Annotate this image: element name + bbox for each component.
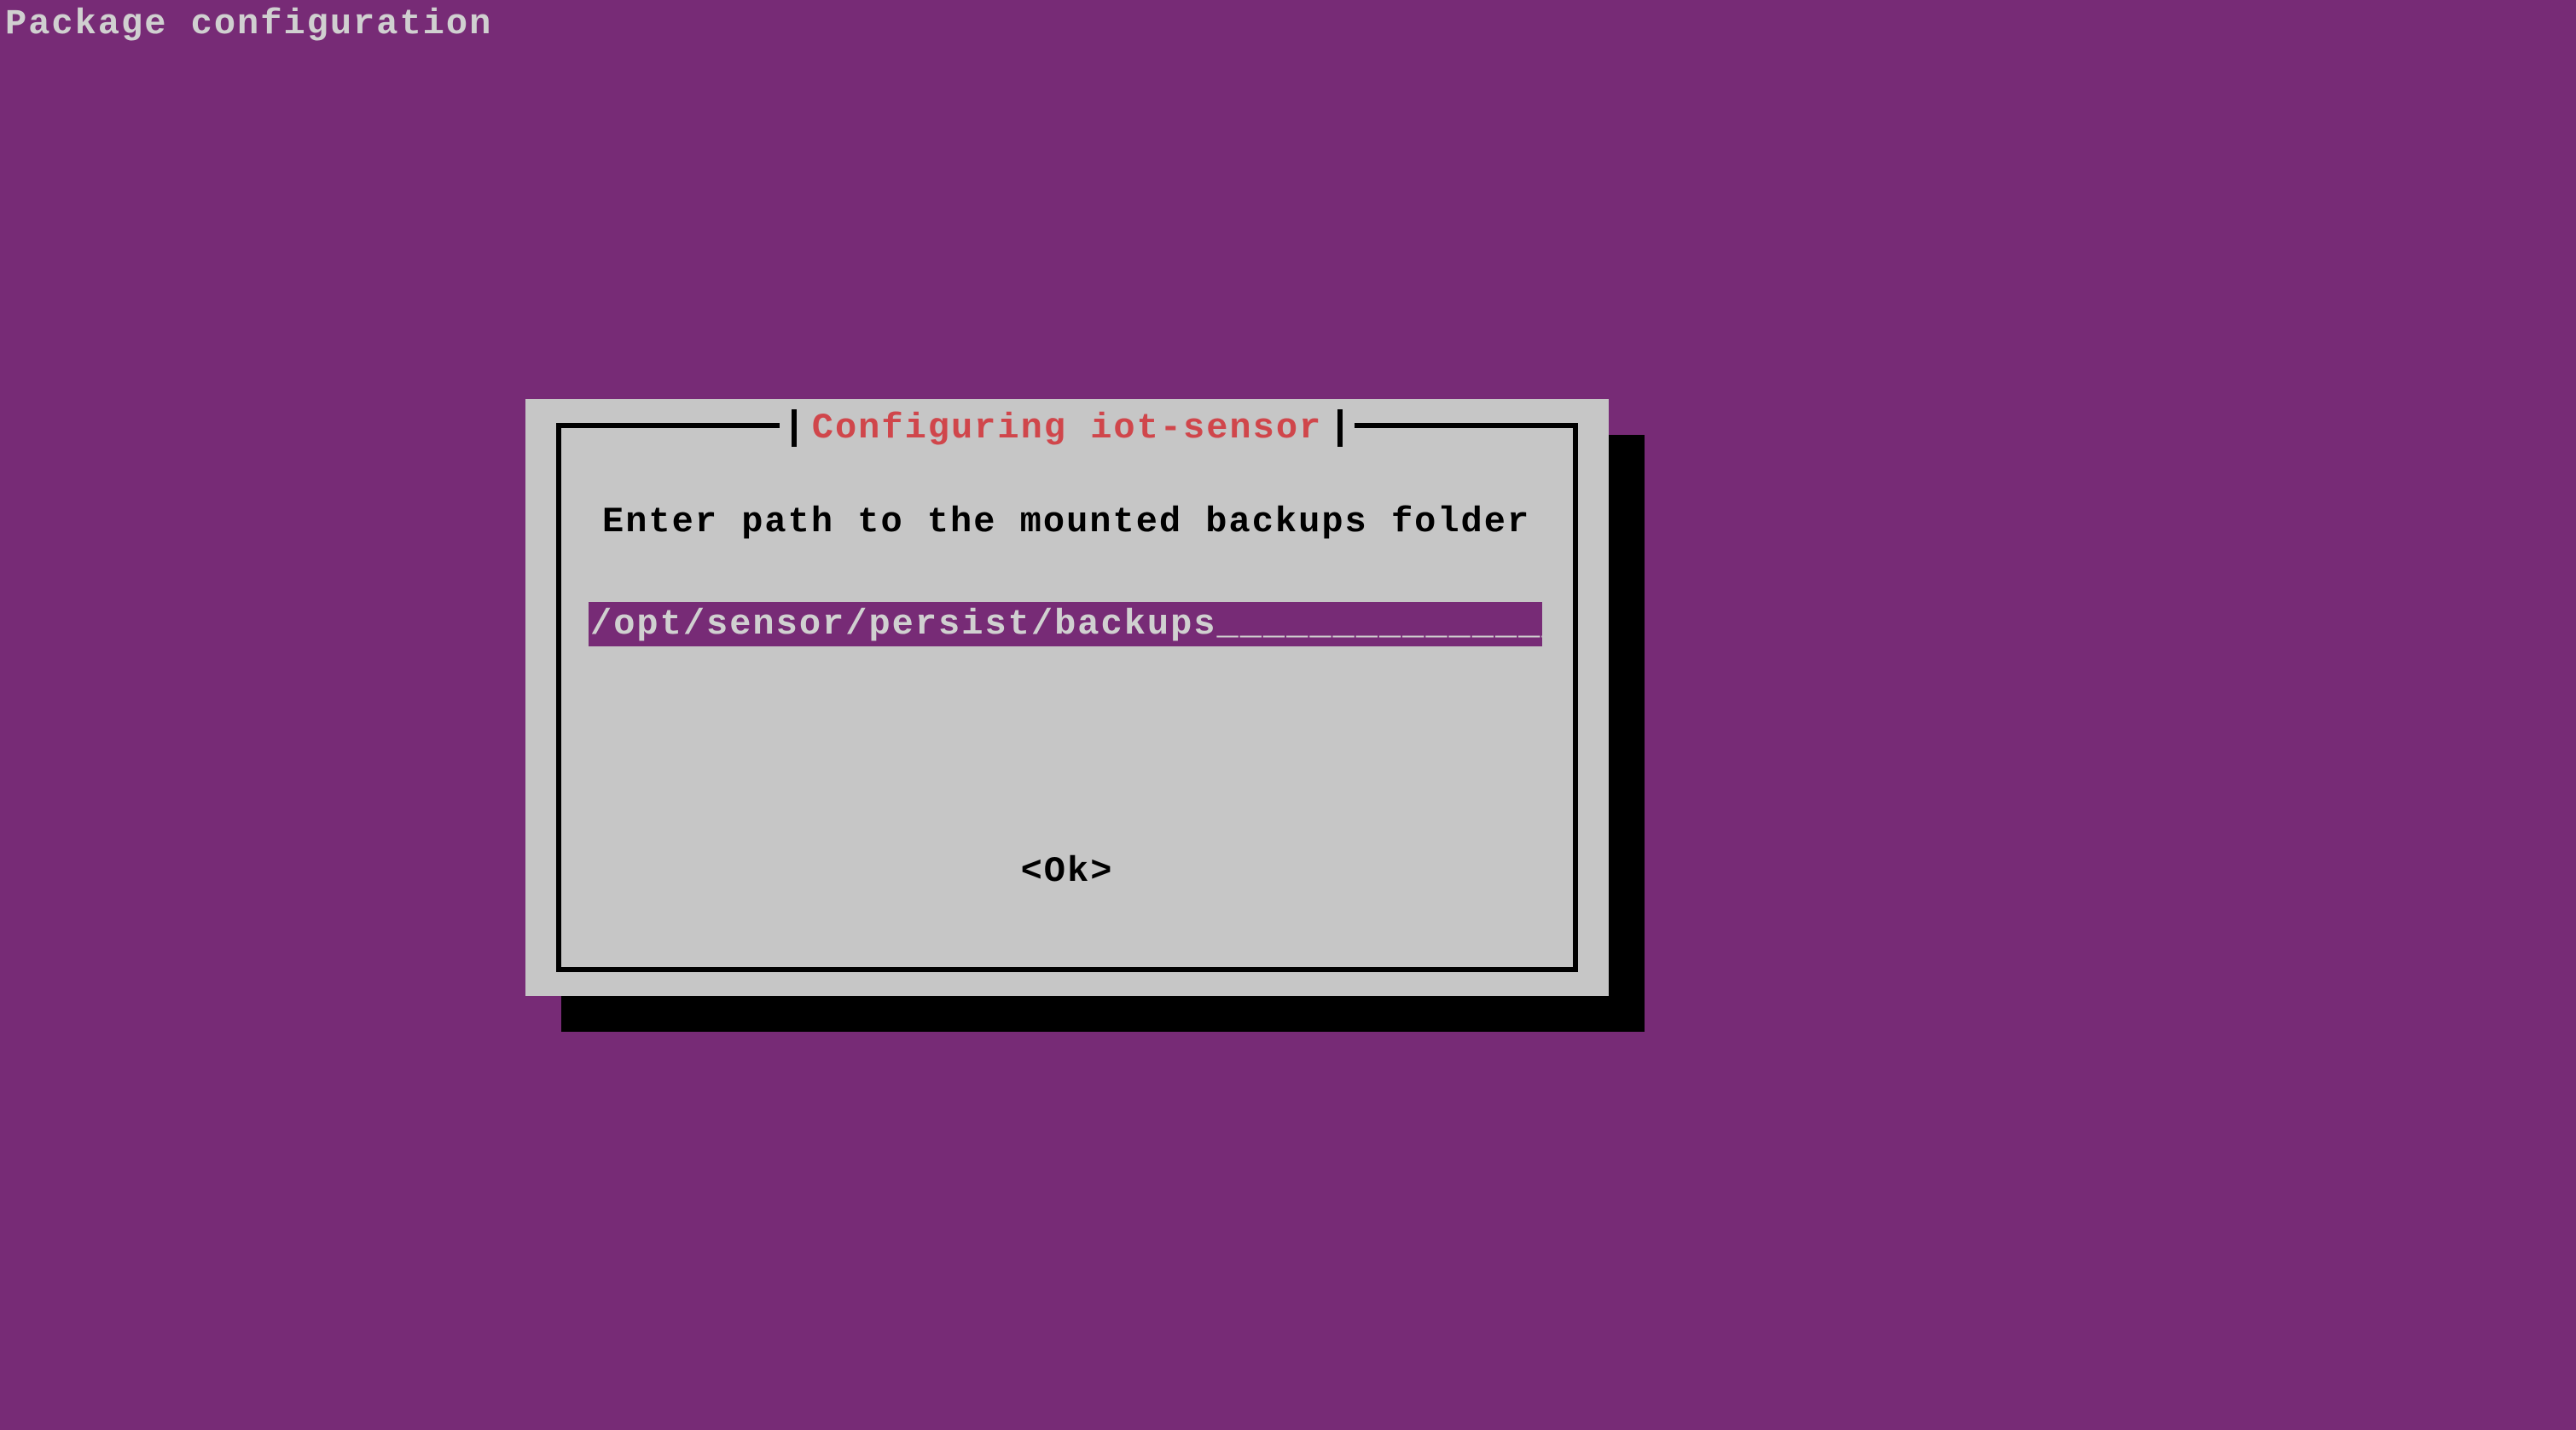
dialog-title-tick-left	[792, 409, 797, 447]
ok-button[interactable]: <Ok>	[1021, 851, 1114, 892]
dialog: Configuring iot-sensor Enter path to the…	[525, 399, 1609, 996]
backups-path-input[interactable]: /opt/sensor/persist/backups_____________…	[589, 602, 1542, 646]
dialog-title: Configuring iot-sensor	[812, 408, 1323, 449]
page-title: Package configuration	[5, 3, 492, 44]
dialog-title-bar: Configuring iot-sensor	[525, 408, 1609, 449]
dialog-title-tick-right	[1337, 409, 1343, 447]
dialog-container: Configuring iot-sensor Enter path to the…	[525, 399, 1609, 996]
dialog-body: Enter path to the mounted backups folder…	[589, 501, 1546, 646]
prompt-text: Enter path to the mounted backups folder	[602, 501, 1546, 542]
